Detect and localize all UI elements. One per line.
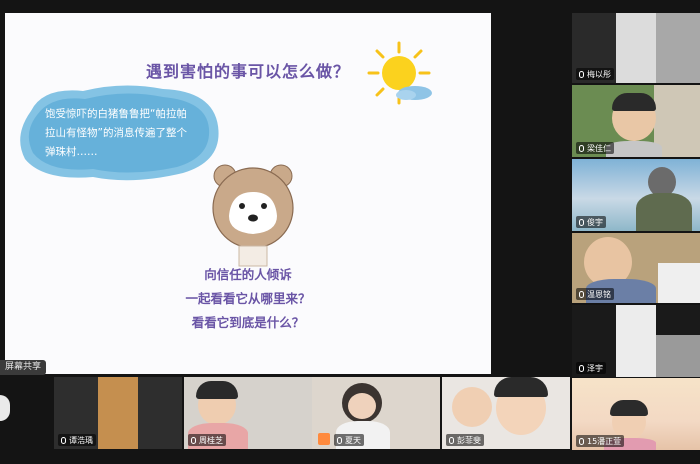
participant-name: 谭浩瑀 (69, 435, 93, 445)
participant-label: 温恩铭 (576, 288, 614, 300)
mic-icon (579, 144, 584, 152)
participant-tile[interactable]: 谭浩瑀 (54, 377, 182, 449)
mic-icon (579, 290, 584, 298)
participant-label: 俊宇 (576, 216, 606, 228)
mic-icon (61, 436, 66, 444)
participant-tile[interactable]: 梁佳仁 (572, 85, 700, 157)
shared-slide: 遇到害怕的事可以怎么做？ 饱受惊吓的白猪鲁鲁把“帕拉帕拉山有怪物”的消息传遍了整… (5, 13, 491, 374)
slide-point: 看看它到底是什么？ (191, 315, 305, 330)
mic-icon (579, 364, 584, 372)
participant-label: 周桂芝 (188, 434, 226, 446)
participant-tile[interactable]: 俊宇 (572, 159, 700, 231)
slide-point: 一起看看它从哪里来？ (185, 291, 311, 306)
participant-tile[interactable]: 温恩铭 (572, 233, 700, 303)
slide-point: 向信任的人倾诉 (204, 267, 292, 282)
screen-share-indicator[interactable]: 屏幕共享 (0, 360, 47, 375)
mic-icon (191, 436, 196, 444)
participant-label: 15潘正萱 (576, 435, 625, 447)
collapse-handle[interactable] (0, 395, 10, 421)
mic-icon (449, 436, 454, 444)
participant-tile[interactable]: 周桂芝 (184, 377, 312, 449)
participant-name: 周桂芝 (199, 435, 223, 445)
mic-icon (579, 437, 584, 445)
participant-name: 彭菲斐 (457, 435, 481, 445)
story-text: 饱受惊吓的白猪鲁鲁把“帕拉帕拉山有怪物”的消息传遍了整个弹珠村…… (45, 108, 187, 158)
participant-label: 夏天 (334, 434, 364, 446)
participant-name: 温恩铭 (587, 289, 611, 299)
participant-tile[interactable]: 夏天 (312, 377, 440, 449)
bear-illustration (212, 164, 294, 267)
sun-illustration (367, 41, 432, 105)
participant-tile[interactable]: 泽宇 (572, 305, 700, 377)
participant-label: 梁佳仁 (576, 142, 614, 154)
participant-name: 梅以彤 (587, 69, 611, 79)
participant-name: 泽宇 (587, 363, 603, 373)
participant-label: 谭浩瑀 (58, 434, 96, 446)
participant-name: 梁佳仁 (587, 143, 611, 153)
participant-label: 泽宇 (576, 362, 606, 374)
mic-icon (579, 70, 584, 78)
participant-tile[interactable]: 彭菲斐 (442, 377, 570, 449)
slide-points: 向信任的人倾诉 一起看看它从哪里来？ 看看它到底是什么？ (5, 263, 491, 335)
participant-label: 梅以彤 (576, 68, 614, 80)
participant-name: 俊宇 (587, 217, 603, 227)
mic-icon (337, 436, 342, 444)
participant-name: 15潘正萱 (587, 436, 622, 446)
mic-icon (579, 218, 584, 226)
participant-name: 夏天 (345, 435, 361, 445)
participant-tile[interactable]: 15潘正萱 (572, 378, 700, 450)
participant-label: 彭菲斐 (446, 434, 484, 446)
participant-tile[interactable]: 梅以彤 (572, 13, 700, 83)
